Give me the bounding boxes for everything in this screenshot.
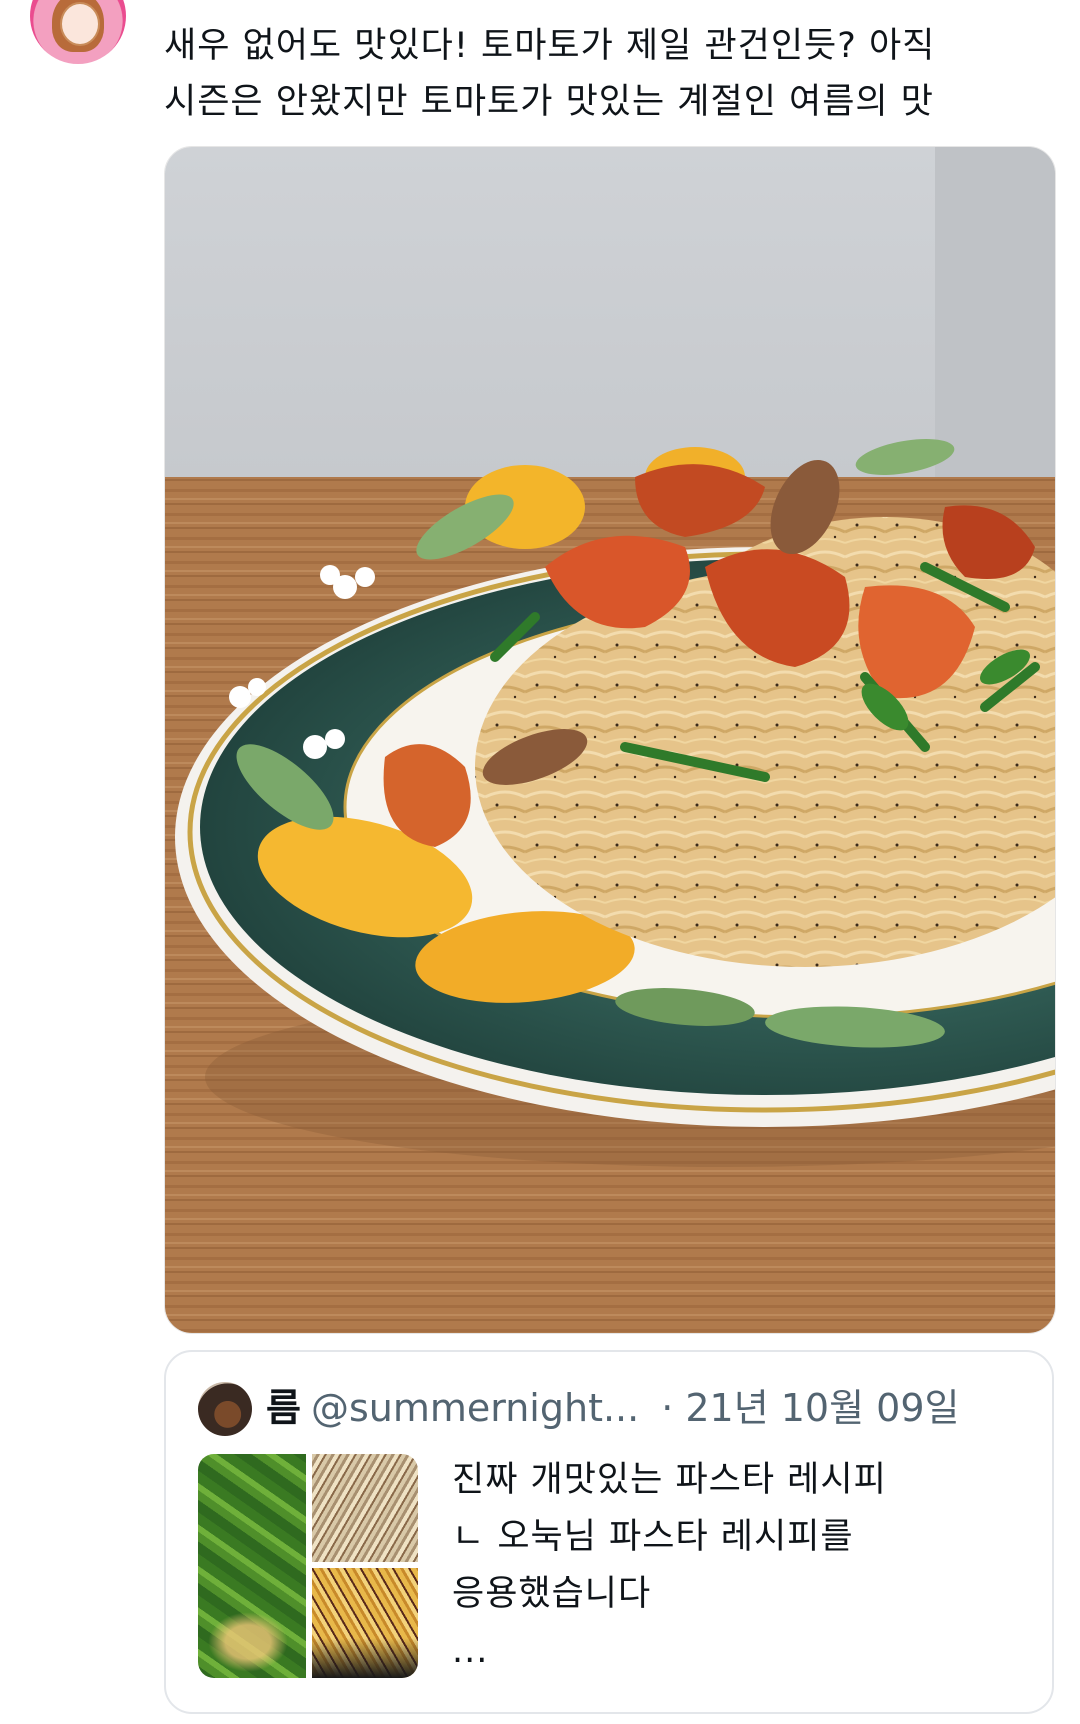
tweet-text-line: 새우 없어도 맛있다! 토마토가 제일 관건인듯? 아직 <box>164 26 936 66</box>
quoted-author-avatar[interactable] <box>198 1382 252 1436</box>
quoted-media-grid[interactable] <box>198 1454 418 1678</box>
avatar-face <box>60 2 100 46</box>
tweet-media-image[interactable] <box>164 146 1056 1334</box>
author-avatar[interactable] <box>30 0 126 64</box>
quoted-media-thumbnail[interactable] <box>198 1454 306 1678</box>
quoted-text-line: 진짜 개맛있는 파스타 레시피 <box>452 1460 887 1500</box>
tweet-text: 새우 없어도 맛있다! 토마토가 제일 관건인듯? 아직 시즌은 안왔지만 토마… <box>164 18 1044 130</box>
quoted-text-line: 응용했습니다 <box>452 1574 652 1614</box>
quoted-tweet-date[interactable]: · 21년 10월 09일 <box>661 1386 959 1430</box>
quoted-text-ellipsis: ... <box>452 1631 489 1671</box>
quoted-media-thumbnail[interactable] <box>312 1568 418 1678</box>
quoted-tweet-header: 름 @summernight... · 21년 10월 09일 <box>266 1378 959 1438</box>
quoted-author-name[interactable]: 름 <box>266 1386 301 1430</box>
quoted-media-thumbnail[interactable] <box>312 1454 418 1562</box>
quoted-author-handle[interactable]: @summernight... <box>311 1386 639 1430</box>
quoted-text-line: ㄴ 오눅님 파스타 레시피를 <box>452 1517 854 1557</box>
quoted-tweet-text: 진짜 개맛있는 파스타 레시피 ㄴ 오눅님 파스타 레시피를 응용했습니다 ..… <box>452 1452 1032 1680</box>
tweet-text-line: 시즌은 안왔지만 토마토가 맛있는 계절인 여름의 맛 <box>164 82 934 122</box>
quoted-tweet-card[interactable]: 름 @summernight... · 21년 10월 09일 진짜 개맛있는 파스… <box>164 1350 1054 1714</box>
